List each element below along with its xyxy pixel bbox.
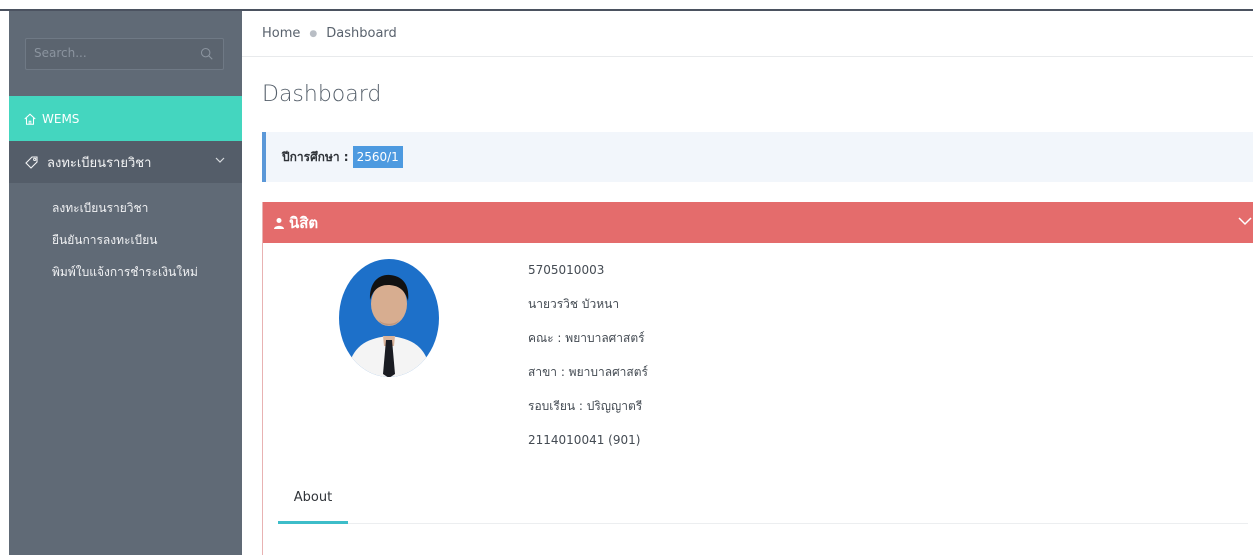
student-program: รอบเรียน : ปริญญาตรี — [528, 399, 643, 413]
sidebar-item-print-payment[interactable]: พิมพ์ใบแจ้งการชำระเงินใหม่ — [9, 256, 242, 288]
chevron-down-icon[interactable] — [215, 155, 225, 165]
sidebar-item-register-course[interactable]: ลงทะเบียนรายวิชา — [9, 192, 242, 224]
student-faculty: คณะ : พยาบาลศาสตร์ — [528, 331, 645, 345]
avatar — [339, 259, 439, 377]
student-info: 5705010003 นายวรวิช บัวหนา คณะ : พยาบาลศ… — [528, 260, 648, 464]
academic-year-value: 2560/1 — [352, 146, 403, 168]
page-title: Dashboard — [262, 82, 382, 107]
search-box[interactable] — [25, 38, 224, 70]
breadcrumb: Home ● Dashboard — [242, 11, 1253, 57]
sidebar: WEMS ลงทะเบียนรายวิชา ลงทะเบียนรายวิชา ย… — [9, 11, 242, 555]
breadcrumb-home[interactable]: Home — [262, 26, 300, 41]
main-content: Home ● Dashboard Dashboard ปีการศึกษา : … — [242, 11, 1253, 555]
student-name: นายวรวิช บัวหนา — [528, 297, 620, 311]
top-border — [0, 0, 1253, 11]
search-icon[interactable] — [200, 47, 214, 61]
chevron-down-icon[interactable] — [1238, 216, 1252, 226]
student-panel-title: นิสิต — [289, 213, 319, 232]
student-panel: นิสิต 5705010003 นายวรวิช บัวหนา คณะ: พ… — [262, 202, 1253, 555]
breadcrumb-separator: ● — [309, 28, 318, 39]
search-input[interactable] — [34, 46, 184, 60]
tab-about[interactable]: About — [278, 488, 348, 524]
sidebar-group-registration[interactable]: ลงทะเบียนรายวิชา — [9, 141, 242, 183]
sidebar-item-confirm-registration[interactable]: ยืนยันการลงทะเบียน — [9, 224, 242, 256]
user-icon — [274, 217, 284, 229]
sidebar-subnav: ลงทะเบียนรายวิชา ยืนยันการลงทะเบียน พิมพ… — [9, 192, 242, 288]
academic-year-label: ปีการศึกษา : — [282, 149, 349, 164]
tag-icon — [25, 156, 38, 169]
student-panel-header[interactable]: นิสิต — [263, 202, 1253, 243]
profile-tabs: About — [278, 488, 1248, 524]
sidebar-group-label: ลงทะเบียนรายวิชา — [47, 155, 152, 171]
academic-year-bar: ปีการศึกษา : 2560/1 — [262, 132, 1253, 182]
sidebar-item-wems[interactable]: WEMS — [9, 96, 242, 141]
student-code: 2114010041 (901) — [528, 433, 641, 447]
student-id: 5705010003 — [528, 263, 605, 277]
sidebar-item-label: WEMS — [42, 111, 80, 126]
breadcrumb-current: Dashboard — [326, 26, 397, 41]
home-icon — [24, 112, 36, 125]
student-major: สาขา : พยาบาลศาสตร์ — [528, 365, 648, 379]
